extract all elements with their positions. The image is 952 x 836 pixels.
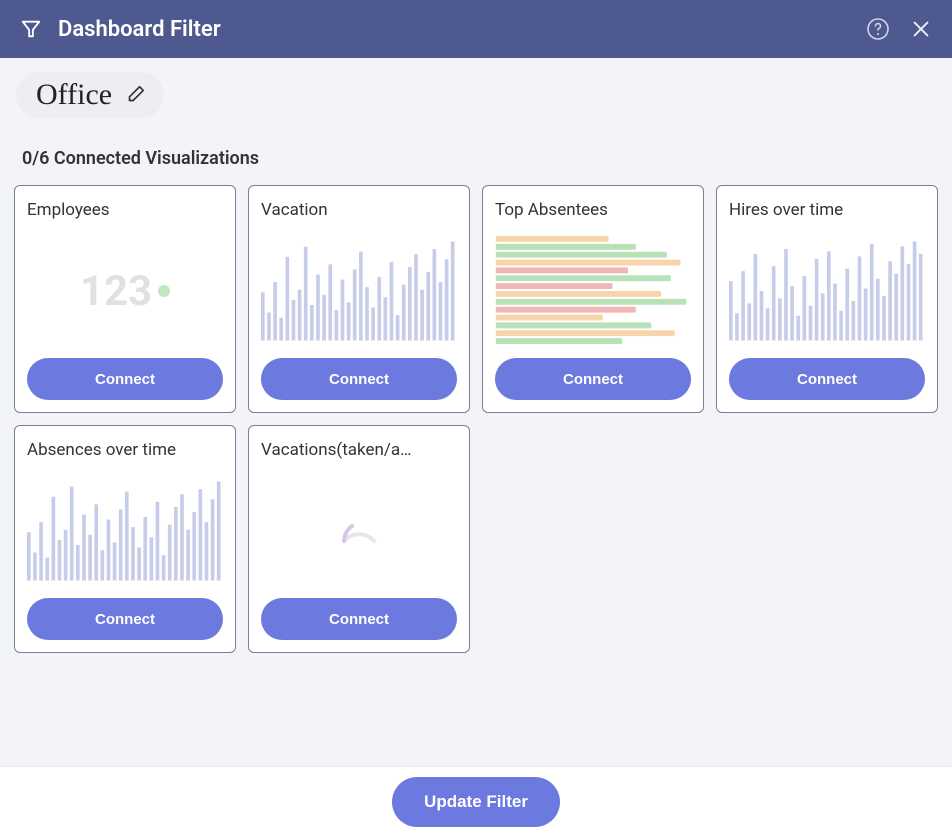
pencil-icon[interactable] — [124, 84, 146, 106]
dialog-header: Dashboard Filter — [0, 0, 952, 58]
filter-icon — [20, 18, 42, 40]
connect-button[interactable]: Connect — [261, 358, 457, 400]
connect-button[interactable]: Connect — [27, 598, 223, 640]
dialog-title: Dashboard Filter — [58, 17, 866, 42]
chart-preview — [261, 464, 457, 598]
chart-preview — [261, 224, 457, 358]
chart-preview — [27, 464, 223, 598]
connect-button[interactable]: Connect — [261, 598, 457, 640]
connect-button[interactable]: Connect — [729, 358, 925, 400]
visualization-card: Top Absentees Connect — [482, 185, 704, 413]
help-icon[interactable] — [866, 17, 890, 41]
visualization-card: Employees 123Connect — [14, 185, 236, 413]
card-title: Hires over time — [729, 200, 925, 220]
filter-name: Office — [36, 78, 112, 112]
connected-count: 0/6 Connected Visualizations — [22, 148, 938, 169]
dialog-body: Office 0/6 Connected Visualizations Empl… — [0, 58, 952, 653]
close-icon[interactable] — [910, 18, 932, 40]
visualization-card: Absences over time Connect — [14, 425, 236, 653]
update-filter-button[interactable]: Update Filter — [392, 777, 560, 827]
connect-button[interactable]: Connect — [495, 358, 691, 400]
visualization-card: Vacation Connect — [248, 185, 470, 413]
visualization-card: Hires over time Connect — [716, 185, 938, 413]
dialog-footer: Update Filter — [0, 766, 952, 836]
filter-name-pill: Office — [16, 72, 164, 118]
visualization-grid: Employees123ConnectVacationConnectTop Ab… — [14, 185, 938, 653]
connect-button[interactable]: Connect — [27, 358, 223, 400]
card-title: Vacations(taken/a… — [261, 440, 457, 460]
chart-preview: 123 — [27, 224, 223, 358]
chart-preview — [729, 224, 925, 358]
chart-preview — [495, 224, 691, 358]
card-title: Top Absentees — [495, 200, 691, 220]
visualization-card: Vacations(taken/a… Connect — [248, 425, 470, 653]
card-title: Employees — [27, 200, 223, 220]
card-title: Vacation — [261, 200, 457, 220]
card-title: Absences over time — [27, 440, 223, 460]
